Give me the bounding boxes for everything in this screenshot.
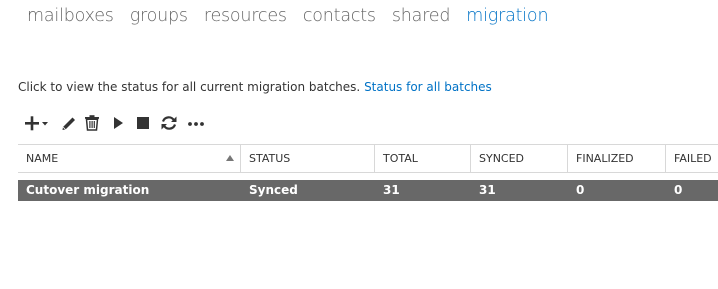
- cell-finalized: 0: [576, 183, 585, 197]
- delete-icon: [85, 115, 99, 131]
- tab-resources[interactable]: resources: [204, 6, 287, 26]
- column-header-status-label: STATUS: [249, 152, 291, 165]
- cell-failed: 0: [674, 183, 683, 197]
- cell-total: 31: [383, 183, 400, 197]
- refresh-button[interactable]: [155, 112, 182, 134]
- top-navigation-tabs: mailboxes groups resources contacts shar…: [27, 6, 549, 26]
- start-icon: [114, 117, 123, 129]
- sort-ascending-icon: [226, 155, 234, 161]
- more-icon: [188, 122, 204, 126]
- column-header-status[interactable]: STATUS: [241, 145, 375, 172]
- tab-mailboxes[interactable]: mailboxes: [27, 6, 114, 26]
- edit-icon: [62, 117, 75, 130]
- tab-contacts[interactable]: contacts: [303, 6, 376, 26]
- column-header-failed[interactable]: FAILED: [666, 145, 718, 172]
- table-row[interactable]: Cutover migration Synced 31 31 0 0: [18, 180, 718, 201]
- add-icon: [25, 116, 48, 131]
- column-header-finalized-label: FINALIZED: [576, 152, 634, 165]
- status-message: Click to view the status for all current…: [18, 80, 492, 94]
- delete-button[interactable]: [81, 112, 103, 134]
- stop-icon: [137, 117, 149, 129]
- status-description: Click to view the status for all current…: [18, 80, 361, 94]
- start-button[interactable]: [105, 112, 131, 134]
- column-header-synced-label: SYNCED: [479, 152, 525, 165]
- cell-synced: 31: [479, 183, 496, 197]
- column-header-name[interactable]: NAME: [18, 145, 241, 172]
- column-header-finalized[interactable]: FINALIZED: [568, 145, 666, 172]
- column-header-total[interactable]: TOTAL: [375, 145, 471, 172]
- more-options-button[interactable]: [182, 112, 210, 134]
- edit-button[interactable]: [56, 112, 81, 134]
- column-header-synced[interactable]: SYNCED: [471, 145, 568, 172]
- add-button[interactable]: [22, 112, 52, 134]
- column-header-total-label: TOTAL: [383, 152, 418, 165]
- cell-name: Cutover migration: [26, 183, 150, 197]
- column-header-name-label: NAME: [26, 152, 59, 165]
- toolbar: [22, 112, 210, 134]
- refresh-icon: [161, 116, 176, 130]
- migration-table-header: NAME STATUS TOTAL SYNCED FINALIZED FAILE…: [18, 144, 718, 173]
- status-for-all-batches-link[interactable]: Status for all batches: [364, 80, 492, 94]
- column-header-failed-label: FAILED: [674, 152, 712, 165]
- tab-migration[interactable]: migration: [466, 6, 548, 26]
- tab-groups[interactable]: groups: [130, 6, 188, 26]
- cell-status: Synced: [249, 183, 298, 197]
- tab-shared[interactable]: shared: [392, 6, 451, 26]
- stop-button[interactable]: [131, 112, 155, 134]
